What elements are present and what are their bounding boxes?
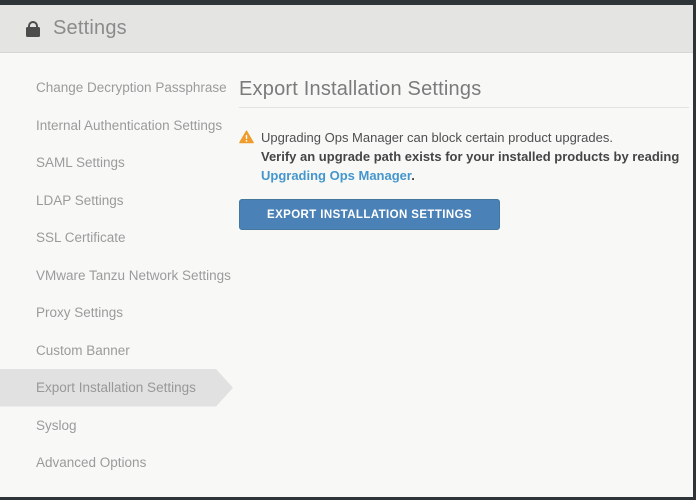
warning-line-1: Upgrading Ops Manager can block certain … xyxy=(261,128,689,147)
warning-banner: Upgrading Ops Manager can block certain … xyxy=(239,128,689,185)
settings-page: Settings Change Decryption Passphrase In… xyxy=(0,0,696,500)
sidebar-item-saml-settings[interactable]: SAML Settings xyxy=(0,144,233,182)
sidebar-item-advanced-options[interactable]: Advanced Options xyxy=(0,444,233,482)
sidebar-item-proxy-settings[interactable]: Proxy Settings xyxy=(0,294,233,332)
sidebar-item-internal-authentication-settings[interactable]: Internal Authentication Settings xyxy=(0,107,233,145)
sidebar-item-vmware-tanzu-network-settings[interactable]: VMware Tanzu Network Settings xyxy=(0,257,233,295)
settings-sidebar: Change Decryption Passphrase Internal Au… xyxy=(0,53,238,482)
warning-line-2-text: Verify an upgrade path exists for your i… xyxy=(261,149,679,164)
warning-text: Upgrading Ops Manager can block certain … xyxy=(261,128,689,185)
sidebar-item-ldap-settings[interactable]: LDAP Settings xyxy=(0,182,233,220)
sidebar-item-custom-banner[interactable]: Custom Banner xyxy=(0,332,233,370)
sidebar-item-export-installation-settings[interactable]: Export Installation Settings xyxy=(0,369,233,407)
warning-line-2-period: . xyxy=(411,168,415,183)
main-content: Export Installation Settings Upgrading O… xyxy=(239,53,693,230)
warning-triangle-icon xyxy=(239,130,254,185)
sidebar-item-ssl-certificate[interactable]: SSL Certificate xyxy=(0,219,233,257)
lock-body xyxy=(26,27,40,37)
upgrading-ops-manager-link[interactable]: Upgrading Ops Manager xyxy=(261,168,411,183)
warning-line-2: Verify an upgrade path exists for your i… xyxy=(261,147,689,185)
export-installation-settings-button[interactable]: EXPORT INSTALLATION SETTINGS xyxy=(239,199,500,230)
window-frame-top xyxy=(0,0,696,5)
header: Settings xyxy=(0,5,693,53)
lock-icon xyxy=(26,21,40,37)
sidebar-item-syslog[interactable]: Syslog xyxy=(0,407,233,445)
page-title: Settings xyxy=(53,17,127,40)
section-title: Export Installation Settings xyxy=(239,79,689,108)
sidebar-item-change-decryption-passphrase[interactable]: Change Decryption Passphrase xyxy=(0,69,233,107)
